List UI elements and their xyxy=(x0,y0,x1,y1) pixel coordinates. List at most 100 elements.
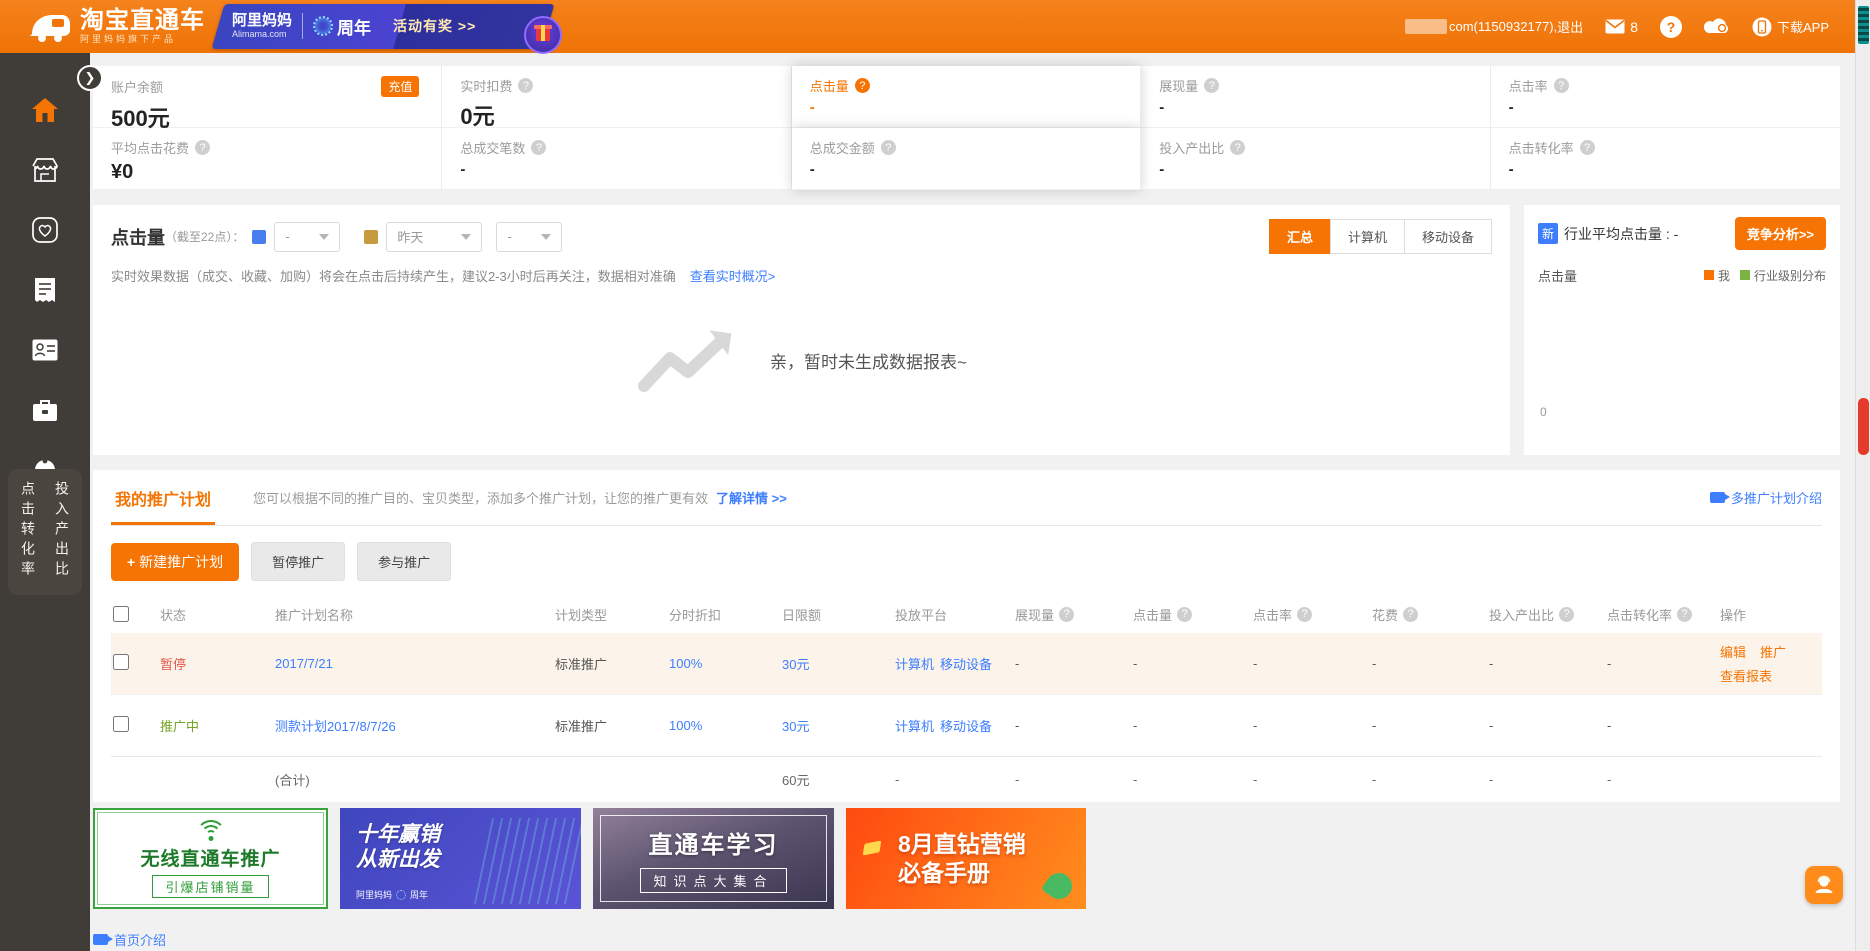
plan-discount[interactable]: 100% xyxy=(669,718,782,733)
sidebar-item-favorites[interactable] xyxy=(28,213,62,247)
platform-pc-link[interactable]: 计算机 xyxy=(895,716,934,735)
legend-industry: 行业级别分布 xyxy=(1740,267,1826,284)
scrollbar-thumb[interactable] xyxy=(1858,398,1869,455)
help-icon[interactable] xyxy=(1230,140,1245,155)
join-promotion-button[interactable]: 参与推广 xyxy=(357,542,451,581)
plans-table-header: 状态 推广计划名称 计划类型 分时折扣 日限额 投放平台 展现量 点击量 点击率… xyxy=(111,595,1822,633)
banner-august-handbook[interactable]: 8月直钻营销 必备手册 xyxy=(846,808,1086,909)
plans-header: 我的推广计划 您可以根据不同的推广目的、宝贝类型，添加多个推广计划，让您的推广更… xyxy=(111,470,1822,526)
multi-plan-intro-link[interactable]: 多推广计划介绍 xyxy=(1710,488,1822,507)
stat-card-ctr[interactable]: 点击率 - xyxy=(1491,66,1840,128)
customer-service-button[interactable] xyxy=(1805,866,1843,904)
stat-card-clicks[interactable]: 点击量 - xyxy=(792,66,1141,128)
realtime-overview-link[interactable]: 查看实时概况> xyxy=(690,266,776,285)
help-icon[interactable] xyxy=(195,140,210,155)
help-icon[interactable] xyxy=(1204,78,1219,93)
help-icon[interactable] xyxy=(1403,607,1418,622)
plan-discount[interactable]: 100% xyxy=(669,656,782,671)
page-scrollbar[interactable] xyxy=(1855,0,1870,951)
help-icon[interactable]: ? xyxy=(1660,16,1682,38)
help-icon[interactable] xyxy=(881,140,896,155)
plan-status: 暂停 xyxy=(160,654,275,673)
platform-mobile-link[interactable]: 移动设备 xyxy=(940,654,992,673)
promo-activity-link[interactable]: 活动有奖 >> xyxy=(393,16,476,36)
logout-link[interactable]: 退出 xyxy=(1557,17,1583,36)
plan-name-link[interactable]: 2017/7/21 xyxy=(275,656,555,671)
logo-subtitle: 阿里妈妈旗下产品 xyxy=(80,35,205,44)
total-daily-limit: 60元 xyxy=(782,770,895,789)
help-icon[interactable] xyxy=(855,78,870,93)
promote-plan-link[interactable]: 推广 xyxy=(1760,642,1786,661)
pause-promotion-button[interactable]: 暂停推广 xyxy=(251,542,345,581)
id-card-icon xyxy=(31,338,59,362)
scrollbar-marker xyxy=(1858,6,1869,44)
sidebar-expand-button[interactable]: ❯ xyxy=(77,65,103,91)
new-plan-button[interactable]: 新建推广计划 xyxy=(111,543,239,581)
total-cost: - xyxy=(1372,772,1489,787)
plan-daily-limit[interactable]: 30元 xyxy=(782,716,895,735)
plan-cost: - xyxy=(1372,718,1489,733)
industry-title: 行业平均点击量 : - xyxy=(1564,224,1678,244)
help-icon[interactable] xyxy=(518,78,533,93)
help-icon[interactable] xyxy=(1559,607,1574,622)
shop-icon xyxy=(31,156,59,184)
mail-indicator[interactable]: 8 xyxy=(1605,19,1638,35)
plan-daily-limit[interactable]: 30元 xyxy=(782,654,895,673)
help-icon[interactable] xyxy=(1059,607,1074,622)
sidebar-metrics-panel[interactable]: 点击转化率 投入产出比 xyxy=(8,469,82,595)
col-name: 推广计划名称 xyxy=(275,605,555,624)
col-cost: 花费 xyxy=(1372,605,1489,624)
homepage-intro-link[interactable]: 首页介绍 xyxy=(93,930,166,949)
sidebar-item-toolbox[interactable] xyxy=(28,393,62,427)
stat-card-impressions[interactable]: 展现量 - xyxy=(1141,66,1490,128)
industry-metric-label: 点击量 xyxy=(1538,266,1577,285)
platform-pc-link[interactable]: 计算机 xyxy=(895,654,934,673)
extra-select[interactable]: - xyxy=(496,222,562,252)
legend-industry-swatch xyxy=(1740,270,1750,280)
plan-name-link[interactable]: 测款计划2017/8/7/26 xyxy=(275,716,555,735)
alimama-en: Alimama.com xyxy=(232,30,292,40)
competition-analysis-button[interactable]: 竞争分析>> xyxy=(1735,217,1826,250)
row-checkbox[interactable] xyxy=(113,716,129,732)
recharge-button[interactable]: 充值 xyxy=(381,76,419,97)
empty-state-text: 亲，暂时未生成数据报表~ xyxy=(770,348,967,373)
stat-value: 0元 xyxy=(460,99,790,131)
help-icon[interactable] xyxy=(1580,140,1595,155)
platform-mobile-link[interactable]: 移动设备 xyxy=(940,716,992,735)
gift-badge[interactable] xyxy=(524,16,562,54)
cloud-button[interactable] xyxy=(1704,16,1730,37)
help-icon[interactable] xyxy=(1677,607,1692,622)
tab-computer[interactable]: 计算机 xyxy=(1330,219,1405,254)
compare-select[interactable]: - xyxy=(274,222,340,252)
notice-text: 实时效果数据（成交、收藏、加购）将会在点击后持续产生，建议2-3小时后再关注，数… xyxy=(111,266,676,285)
tab-my-plans[interactable]: 我的推广计划 xyxy=(111,470,215,525)
sidebar-item-home[interactable] xyxy=(28,93,62,127)
briefcase-icon xyxy=(31,398,59,423)
app-logo[interactable]: 淘宝直通车 阿里妈妈旗下产品 xyxy=(28,8,205,45)
alimama-cn: 阿里妈妈 xyxy=(232,13,292,30)
help-icon[interactable] xyxy=(1554,78,1569,93)
sidebar-item-account[interactable] xyxy=(28,333,62,367)
edit-plan-link[interactable]: 编辑 xyxy=(1720,642,1746,661)
date-select[interactable]: 昨天 xyxy=(386,222,482,252)
download-app-button[interactable]: 下载APP xyxy=(1752,17,1829,37)
tab-mobile[interactable]: 移动设备 xyxy=(1404,219,1492,254)
banner-wireless-promotion[interactable]: 无线直通车推广 引爆店铺销量 xyxy=(93,808,328,909)
banner-learning[interactable]: 直通车学习 知识点大集合 xyxy=(593,808,834,909)
anniversary-promo-banner[interactable]: 阿里妈妈 Alimama.com 周年 活动有奖 >> xyxy=(218,4,548,49)
help-icon[interactable] xyxy=(1177,607,1192,622)
stat-label: 账户余额 xyxy=(111,77,163,96)
select-all-checkbox[interactable] xyxy=(113,606,129,622)
tab-summary[interactable]: 汇总 xyxy=(1269,219,1331,254)
sidebar-item-reports[interactable] xyxy=(28,273,62,307)
view-report-link[interactable]: 查看报表 xyxy=(1720,666,1822,685)
banner-ten-year[interactable]: 十年赢销 从新出发 阿里妈妈 周年 xyxy=(340,808,581,909)
vertical-metric-roi: 投入产出比 xyxy=(52,481,72,581)
row-checkbox[interactable] xyxy=(113,654,129,670)
device-tabs: 汇总 计算机 移动设备 xyxy=(1270,219,1492,254)
help-icon[interactable] xyxy=(1297,607,1312,622)
alimama-brand: 阿里妈妈 Alimama.com xyxy=(232,13,292,39)
learn-more-link[interactable]: 了解详情 >> xyxy=(716,488,787,507)
help-icon[interactable] xyxy=(531,140,546,155)
sidebar-item-shop[interactable] xyxy=(28,153,62,187)
